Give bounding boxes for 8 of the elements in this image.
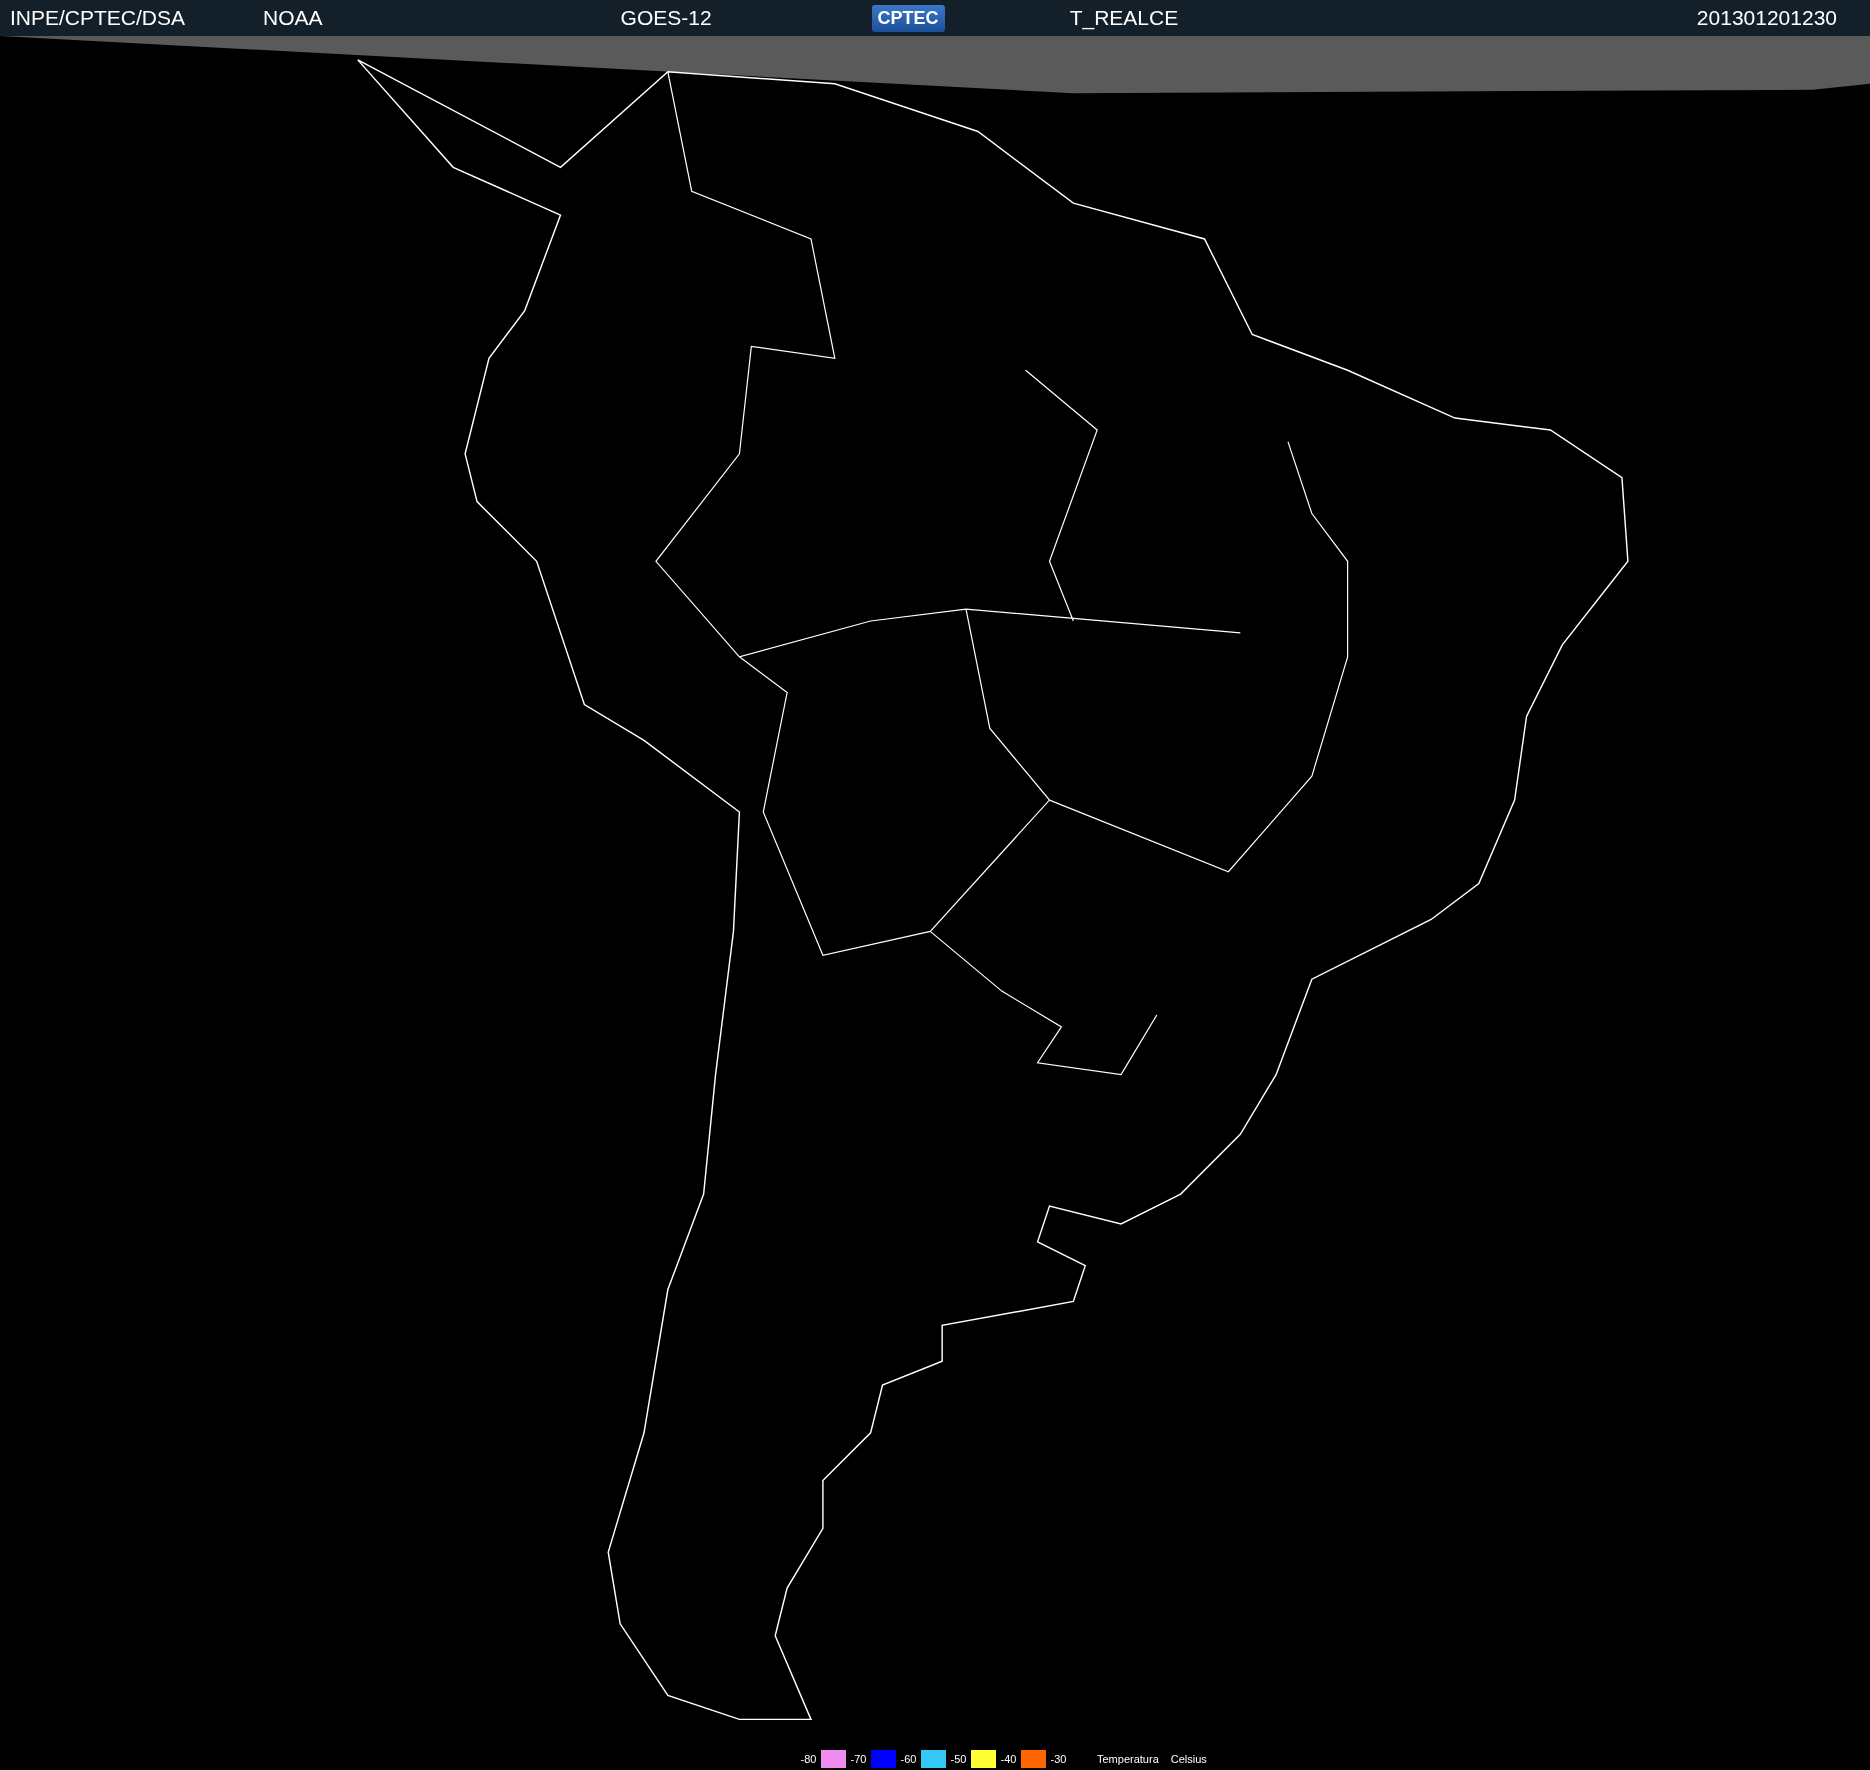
agency-label: NOAA (263, 6, 323, 30)
timestamp-label: 201301201230 (1696, 6, 1837, 30)
source-label: INPE/CPTEC/DSA (10, 6, 186, 30)
legend-unit: Celsius (1170, 1753, 1207, 1765)
satellite-label: GOES-12 (620, 6, 712, 30)
product-label: T_REALCE (1069, 6, 1179, 30)
legend-title: Temperatura (1097, 1753, 1159, 1765)
logo: CPTEC (871, 4, 945, 32)
